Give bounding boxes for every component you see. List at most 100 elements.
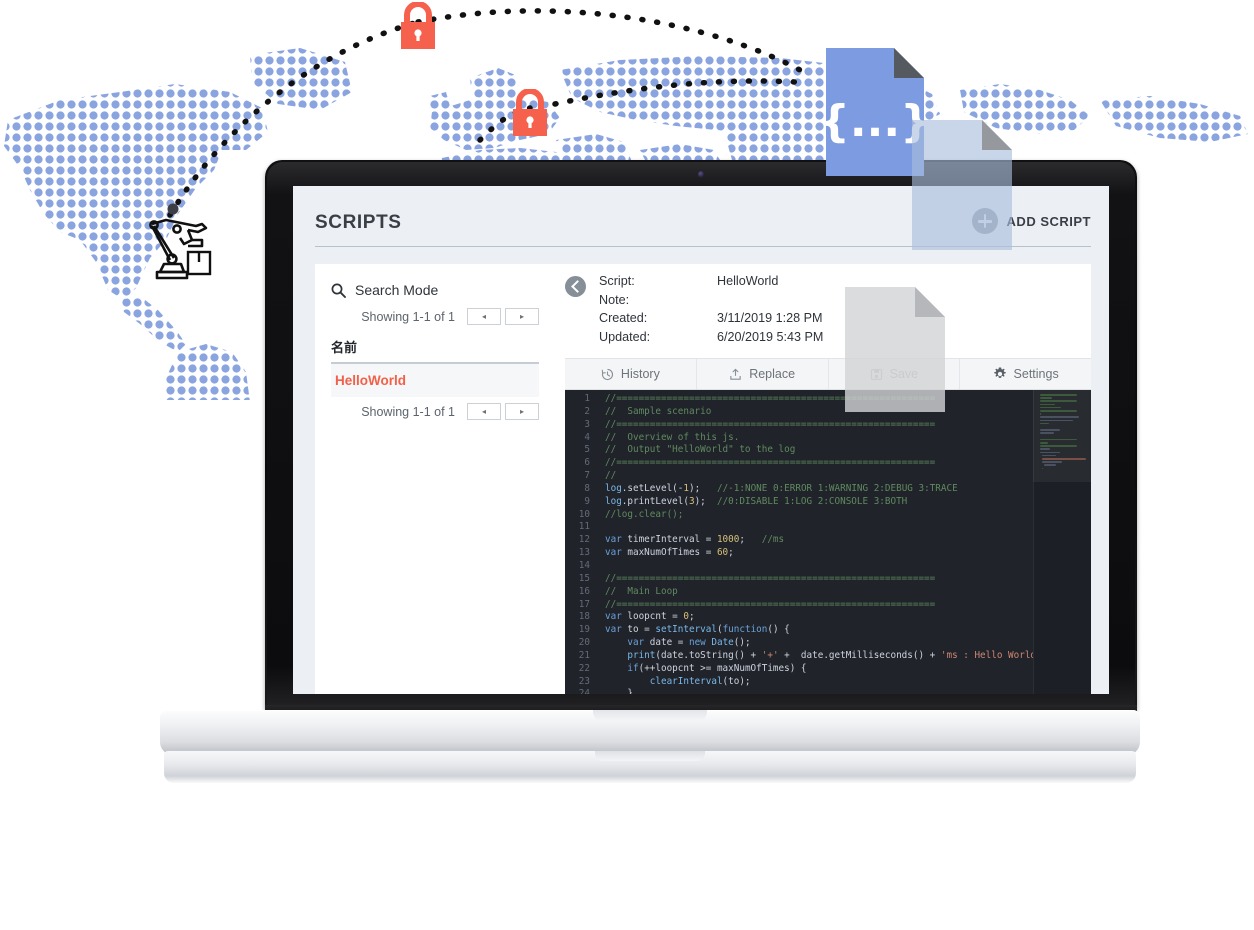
top-pager-prev-button[interactable]: ◂ <box>467 308 501 325</box>
minimap-line <box>1040 400 1077 402</box>
code-line: // Sample scenario <box>605 405 712 417</box>
meta-value: 6/20/2019 5:43 PM <box>717 329 824 344</box>
meta-key: Created: <box>599 311 648 325</box>
tab-label: Save <box>889 367 919 381</box>
top-pager: Showing 1-1 of 1 ◂ ▸ <box>331 308 539 325</box>
gear-icon <box>993 367 1006 378</box>
minimap-line <box>1042 461 1063 463</box>
add-script-label: ADD SCRIPT <box>1006 213 1091 229</box>
json-document-icon: {...} <box>826 48 924 176</box>
minimap-line <box>1040 451 1061 454</box>
laptop-base-notch <box>593 710 707 721</box>
minimap-line <box>1042 467 1043 470</box>
top-pager-text: Showing 1-1 of 1 <box>361 309 455 324</box>
editor-minimap[interactable] <box>1033 390 1091 694</box>
minimap-line <box>1040 410 1077 412</box>
code-line: if(++loopcnt >= maxNumOfTimes) { <box>627 662 807 674</box>
content-panel: Search Mode Showing 1-1 of 1 ◂ ▸ 名前 Hell… <box>315 264 1091 694</box>
search-icon <box>331 283 346 298</box>
code-editor[interactable]: 1 2 3 4 5 6 7 8 9 10 11 12 13 14 15 16 17 18 19 20 21 22 23 24 … <box>565 390 1091 694</box>
tab-settings[interactable]: Settings <box>960 359 1091 389</box>
bottom-pager: Showing 1-1 of 1 ◂ ▸ <box>331 403 539 420</box>
add-script-button[interactable]: ADD SCRIPT <box>971 208 1091 234</box>
line-number: 18 <box>578 611 590 623</box>
meta-value: HelloWorld <box>717 274 779 288</box>
next-arrow-icon: ▸ <box>519 311 524 321</box>
bottom-pager-next-button[interactable]: ▸ <box>505 403 539 420</box>
webcam-icon <box>698 171 704 178</box>
code-line: //======================================… <box>605 598 936 610</box>
line-number: 1 <box>584 393 590 404</box>
meta-row-updated: Updated: 6/20/2019 5:43 PM <box>599 328 823 347</box>
line-number: 11 <box>578 521 590 533</box>
line-number: 3 <box>584 418 590 430</box>
tab-label: Settings <box>1013 367 1059 381</box>
minimap-line <box>1044 464 1056 466</box>
line-number: 22 <box>578 662 590 674</box>
line-number: 6 <box>584 457 590 469</box>
meta-row-script: Script: HelloWorld <box>599 272 823 291</box>
line-number: 13 <box>578 547 590 559</box>
tab-save[interactable]: Save <box>829 359 961 389</box>
search-mode-toggle[interactable]: Search Mode <box>331 282 539 298</box>
bottom-pager-prev-button[interactable]: ◂ <box>467 403 501 420</box>
line-number: 10 <box>578 508 590 520</box>
minimap-line <box>1040 394 1077 396</box>
code-line: } <box>605 688 633 694</box>
meta-row-note: Note: <box>599 291 823 310</box>
code-line: var to = setInterval(function() { <box>605 624 790 636</box>
line-number: 5 <box>584 444 590 456</box>
minimap-line <box>1040 448 1050 450</box>
meta-row-created: Created: 3/11/2019 1:28 PM <box>599 309 823 328</box>
minimap-line <box>1040 432 1055 434</box>
minimap-line <box>1040 397 1052 399</box>
minimap-line <box>1040 429 1060 431</box>
line-number: 23 <box>578 675 590 687</box>
meta-key: Updated: <box>599 329 651 344</box>
editor-code-content[interactable]: //======================================… <box>597 390 1091 694</box>
back-arrow-icon[interactable] <box>565 276 586 297</box>
minimap-line <box>1042 458 1087 460</box>
code-line: var loopcnt = 0; <box>605 611 695 623</box>
padlock-middle-icon <box>513 89 547 136</box>
line-number: 21 <box>578 649 590 661</box>
line-number: 2 <box>584 405 590 417</box>
json-braces-glyph: {...} <box>826 96 924 147</box>
meta-key: Script: <box>599 274 635 288</box>
tab-label: Replace <box>749 367 796 381</box>
code-line: //======================================… <box>605 457 936 469</box>
plus-circle-icon <box>971 208 998 234</box>
code-line: // <box>605 470 617 482</box>
laptop-mockup: SCRIPTS ADD SCRIPT Search Mode Showing 1… <box>160 160 1140 785</box>
code-line: var maxNumOfTimes = 60; <box>605 547 734 559</box>
top-pager-next-button[interactable]: ▸ <box>505 308 539 325</box>
app-header: SCRIPTS ADD SCRIPT <box>293 186 1109 258</box>
code-line: var date = new Date(); <box>627 637 751 649</box>
illustration-stage: {...} SCRIPTS ADD SCRIPT <box>0 0 1254 930</box>
line-number: 8 <box>584 482 590 494</box>
minimap-line <box>1040 419 1074 422</box>
line-number: 20 <box>578 637 590 649</box>
code-line: // Main Loop <box>605 585 678 597</box>
line-number: 19 <box>578 624 590 636</box>
script-metadata: Script: HelloWorld Note: Created: 3/11/2… <box>599 272 823 346</box>
search-mode-label: Search Mode <box>355 282 439 298</box>
list-item-helloworld[interactable]: HelloWorld <box>331 364 539 397</box>
code-line: //======================================… <box>605 572 936 584</box>
line-number: 15 <box>578 572 590 584</box>
line-number: 14 <box>578 559 590 571</box>
code-line: // Output "HelloWorld" to the log <box>605 444 796 456</box>
laptop-lid: SCRIPTS ADD SCRIPT Search Mode Showing 1… <box>265 160 1137 712</box>
tab-replace[interactable]: Replace <box>697 359 829 389</box>
line-number: 16 <box>578 585 590 597</box>
tab-history[interactable]: History <box>565 359 697 389</box>
list-column-header: 名前 <box>331 340 358 355</box>
editor-line-numbers: 1 2 3 4 5 6 7 8 9 10 11 12 13 14 15 16 17 18 19 20 21 22 23 24 <box>565 390 597 694</box>
line-number: 24 <box>578 688 590 694</box>
code-line: // Overview of this js. <box>605 431 740 443</box>
bottom-pager-text: Showing 1-1 of 1 <box>361 404 455 419</box>
page-title: SCRIPTS <box>315 212 402 233</box>
code-line: log.printLevel(3); //0:DISABLE 1:LOG 2:C… <box>605 495 908 507</box>
